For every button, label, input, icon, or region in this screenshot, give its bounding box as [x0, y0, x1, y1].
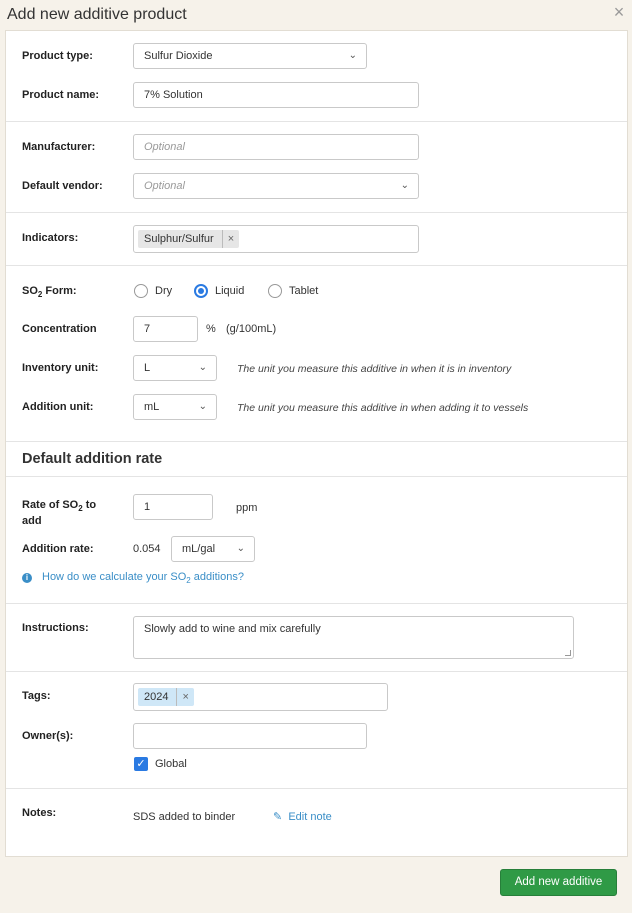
chevron-down-icon: ⌄: [198, 401, 207, 412]
remove-chip-icon[interactable]: ×: [176, 688, 193, 706]
so2-calc-help-link[interactable]: How do we calculate your SO2 additions?: [42, 571, 244, 585]
manufacturer-placeholder: Optional: [144, 141, 185, 153]
tag-chip: 2024 ×: [138, 688, 194, 706]
instructions-label: Instructions:: [22, 622, 89, 634]
manufacturer-input[interactable]: Optional: [133, 134, 419, 160]
divider: [6, 441, 627, 442]
instructions-value: Slowly add to wine and mix carefully: [144, 623, 321, 635]
concentration-label: Concentration: [22, 323, 97, 335]
close-icon[interactable]: ×: [610, 3, 628, 21]
chevron-down-icon: ⌄: [400, 180, 409, 191]
edit-note-link[interactable]: ✎ Edit note: [273, 810, 332, 823]
indicators-input[interactable]: Sulphur/Sulfur ×: [133, 225, 419, 253]
inventory-unit-value: L: [144, 362, 151, 374]
tags-input[interactable]: 2024 ×: [133, 683, 388, 711]
addition-rate-unit-value: mL/gal: [182, 543, 216, 555]
so2-form-label: SO2 Form:: [22, 285, 77, 300]
info-icon: i: [22, 573, 32, 583]
tags-label: Tags:: [22, 690, 51, 702]
addition-rate-unit-select[interactable]: mL/gal ⌄: [171, 536, 255, 562]
divider: [6, 121, 627, 122]
rate-unit: ppm: [236, 502, 258, 514]
radio-liquid-label: Liquid: [215, 285, 245, 297]
default-vendor-label: Default vendor:: [22, 180, 103, 192]
chevron-down-icon: ⌄: [348, 50, 357, 61]
global-checkbox[interactable]: ✓: [134, 757, 148, 771]
global-label: Global: [155, 758, 187, 770]
resize-handle-icon[interactable]: [565, 650, 571, 656]
radio-liquid[interactable]: [194, 284, 208, 298]
remove-chip-icon[interactable]: ×: [221, 230, 239, 248]
divider: [6, 265, 627, 266]
radio-tablet-label: Tablet: [289, 285, 319, 297]
product-name-value: 7% Solution: [144, 89, 203, 101]
radio-dry-label: Dry: [155, 285, 173, 297]
radio-dry[interactable]: [134, 284, 148, 298]
addition-unit-label: Addition unit:: [22, 401, 94, 413]
section-title-default-rate: Default addition rate: [22, 451, 163, 467]
addition-unit-value: mL: [144, 401, 160, 413]
concentration-unit-detail: (g/100mL): [226, 323, 277, 335]
divider: [6, 603, 627, 604]
notes-value: SDS added to binder: [133, 811, 236, 823]
product-type-label: Product type:: [22, 50, 93, 62]
product-type-select[interactable]: Sulfur Dioxide ⌄: [133, 43, 367, 69]
addition-rate-label: Addition rate:: [22, 543, 94, 555]
product-name-label: Product name:: [22, 89, 100, 101]
form-panel: Product type: Sulfur Dioxide ⌄ Product n…: [5, 30, 628, 857]
notes-label: Notes:: [22, 807, 57, 819]
add-additive-dialog: Add new additive product × Product type:…: [0, 0, 632, 913]
indicator-chip: Sulphur/Sulfur ×: [138, 230, 240, 248]
inventory-unit-label: Inventory unit:: [22, 362, 99, 374]
divider: [6, 212, 627, 213]
chevron-down-icon: ⌄: [236, 543, 245, 554]
concentration-input[interactable]: 7: [133, 316, 198, 342]
addition-unit-select[interactable]: mL ⌄: [133, 394, 217, 420]
rate-value: 1: [144, 501, 151, 513]
inventory-unit-hint: The unit you measure this additive in wh…: [237, 363, 512, 375]
chevron-down-icon: ⌄: [198, 362, 207, 373]
indicators-label: Indicators:: [22, 232, 79, 244]
add-new-additive-button[interactable]: Add new additive: [500, 869, 617, 896]
divider: [6, 671, 627, 672]
divider: [6, 476, 627, 477]
owners-label: Owner(s):: [22, 730, 74, 742]
addition-unit-hint: The unit you measure this additive in wh…: [237, 402, 529, 414]
rate-input[interactable]: 1: [133, 494, 213, 520]
manufacturer-label: Manufacturer:: [22, 141, 96, 153]
inventory-unit-select[interactable]: L ⌄: [133, 355, 217, 381]
dialog-title: Add new additive product: [7, 6, 187, 23]
tag-chip-label: 2024: [144, 691, 169, 703]
product-name-input[interactable]: 7% Solution: [133, 82, 419, 108]
addition-rate-value: 0.054: [133, 543, 161, 555]
concentration-unit: %: [206, 323, 216, 335]
pencil-icon: ✎: [273, 811, 283, 823]
product-type-value: Sulfur Dioxide: [144, 50, 213, 62]
instructions-textarea[interactable]: Slowly add to wine and mix carefully: [133, 616, 574, 659]
radio-tablet[interactable]: [268, 284, 282, 298]
default-vendor-placeholder: Optional: [144, 180, 185, 192]
default-vendor-select[interactable]: Optional ⌄: [133, 173, 419, 199]
indicator-chip-label: Sulphur/Sulfur: [144, 233, 214, 245]
divider: [6, 788, 627, 789]
rate-label: Rate of SO2 to add: [22, 499, 97, 528]
concentration-value: 7: [144, 323, 151, 335]
owners-input[interactable]: [133, 723, 367, 749]
